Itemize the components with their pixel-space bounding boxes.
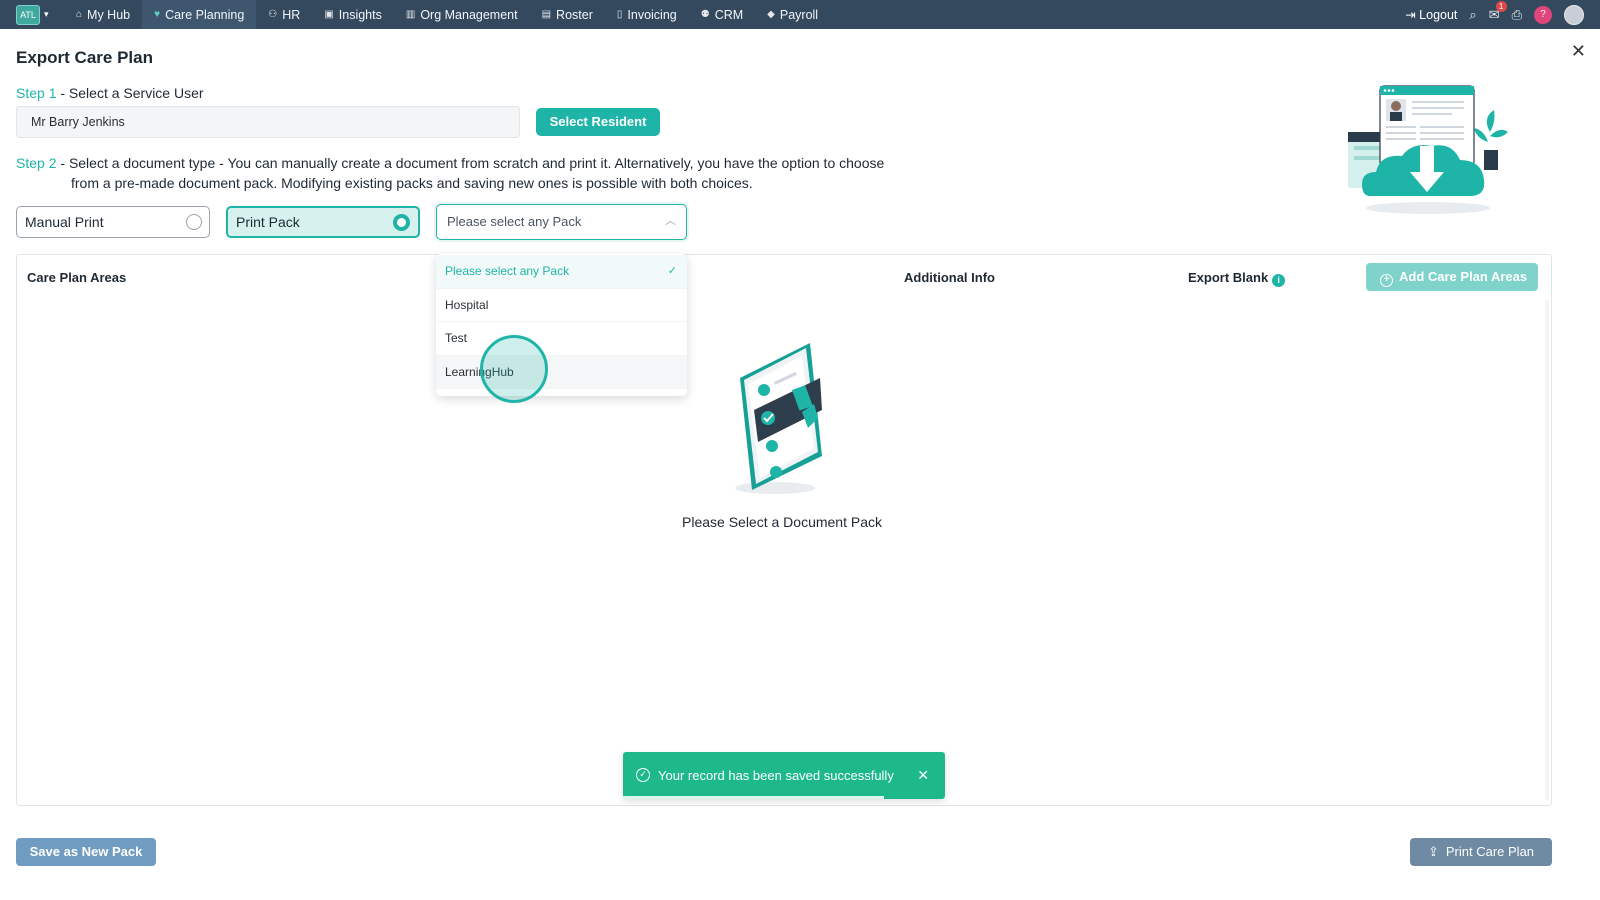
users-icon: ⚇	[268, 9, 278, 20]
nav-item-payroll[interactable]: ◆ Payroll	[755, 0, 830, 29]
top-navbar: ATL ▾ ⌂ My Hub ♥ Care Planning ⚇ HR ▣ Insigh…	[0, 0, 1600, 29]
pack-option-hospital[interactable]: Hospital	[436, 289, 687, 322]
print-pack-label: Print Pack	[236, 214, 300, 230]
nav-item-label: My Hub	[87, 7, 131, 22]
nav-item-label: Payroll	[779, 7, 819, 22]
step-2-text: - You can manually create a document fro…	[215, 155, 885, 171]
nav-item-care-planning[interactable]: ♥ Care Planning	[142, 0, 257, 29]
close-icon[interactable]: ✕	[917, 752, 929, 799]
toast-message: Your record has been saved successfully	[658, 768, 894, 783]
chart-icon: ▣	[324, 9, 334, 20]
nav-item-label: CRM	[714, 7, 744, 22]
nav-item-label: Roster	[556, 7, 593, 22]
success-toast: ✓ Your record has been saved successfull…	[623, 752, 945, 799]
save-as-new-pack-button[interactable]: Save as New Pack	[16, 838, 156, 866]
contacts-icon: ⚉	[700, 9, 710, 20]
care-plan-areas-panel	[16, 254, 1552, 806]
manual-print-option[interactable]: Manual Print	[16, 206, 210, 238]
file-icon: ▯	[616, 9, 623, 20]
print-pack-option[interactable]: Print Pack	[226, 206, 420, 238]
step-2-text-line2: from a pre-made document pack. Modifying…	[71, 175, 753, 191]
search-icon[interactable]: ⌕	[1469, 7, 1476, 23]
column-export-blank-label: Export Blank	[1188, 270, 1269, 285]
print-pack-radio[interactable]	[393, 214, 410, 231]
notification-badge: 1	[1495, 0, 1507, 12]
plus-circle-icon: +	[1380, 274, 1393, 287]
scrollbar[interactable]	[1545, 300, 1549, 800]
help-icon[interactable]: ?	[1534, 5, 1552, 24]
pack-option-test[interactable]: Test	[436, 322, 687, 356]
toast-progress-bar	[623, 796, 884, 799]
step-1-text: - Select a Service User	[56, 85, 204, 101]
add-care-plan-areas-label: Add Care Plan Areas	[1399, 269, 1528, 284]
step-1-label: Step 1	[16, 85, 57, 101]
manual-print-label: Manual Print	[25, 214, 104, 230]
nav-item-insights[interactable]: ▣ Insights	[312, 0, 394, 29]
mail-icon[interactable]: ✉ 1	[1489, 0, 1507, 23]
step-2-heading: Step 2 - Select a document type - You ca…	[16, 153, 916, 193]
pack-option-learninghub[interactable]: LearningHub	[436, 355, 687, 389]
calendar-icon: ▤	[541, 9, 552, 20]
step-2-label: Step 2	[16, 155, 57, 171]
pack-option-label: Hospital	[445, 297, 489, 312]
add-care-plan-areas-button[interactable]: + Add Care Plan Areas	[1366, 263, 1538, 291]
chevron-up-icon: ︿	[665, 215, 676, 227]
check-icon: ✓	[667, 265, 677, 277]
building-icon: ▥	[405, 9, 416, 20]
pack-select[interactable]: Please select any Pack ︿	[436, 204, 687, 240]
nav-actions: ⇥ Logout ⌕ ✉ 1 ⎙ ?	[1405, 0, 1584, 29]
nav-item-label: HR	[282, 7, 301, 22]
pack-select-value: Please select any Pack	[447, 214, 582, 229]
logout-icon: ⇥	[1405, 8, 1416, 22]
service-user-field[interactable]: Mr Barry Jenkins	[16, 106, 520, 138]
heart-icon: ♥	[154, 9, 161, 20]
page-title: Export Care Plan	[16, 48, 153, 67]
nav-item-roster[interactable]: ▤ Roster	[530, 0, 605, 29]
brand-logo: ATL	[16, 4, 40, 25]
upload-icon: ⇪	[1427, 844, 1439, 859]
print-care-plan-label: Print Care Plan	[1445, 844, 1535, 859]
column-additional-info: Additional Info	[904, 270, 995, 285]
nav-item-my-hub[interactable]: ⌂ My Hub	[64, 0, 142, 29]
pack-dropdown-menu: Please select any Pack ✓ Hospital Test Le…	[436, 254, 687, 396]
logout-button[interactable]: ⇥ Logout	[1405, 7, 1457, 22]
nav-item-label: Org Management	[420, 7, 518, 22]
pack-option-label: Please select any Pack	[445, 264, 570, 278]
select-resident-button[interactable]: Select Resident	[536, 108, 660, 136]
printer-icon[interactable]: ⎙	[1512, 7, 1522, 23]
empty-state-text: Please Select a Document Pack	[682, 514, 882, 530]
close-icon[interactable]: ✕	[1571, 41, 1586, 62]
step-2-highlight: Select a document type	[68, 155, 216, 171]
nav-item-org-management[interactable]: ▥ Org Management	[394, 0, 530, 29]
avatar[interactable]	[1564, 4, 1584, 25]
pack-option-placeholder[interactable]: Please select any Pack ✓	[436, 255, 687, 289]
check-circle-icon: ✓	[636, 768, 650, 782]
nav-item-invoicing[interactable]: ▯ Invoicing	[605, 0, 689, 29]
nav-item-label: Care Planning	[165, 7, 245, 22]
nav-item-hr[interactable]: ⚇ HR	[256, 0, 312, 29]
home-icon: ⌂	[76, 9, 83, 20]
print-care-plan-button[interactable]: ⇪ Print Care Plan	[1410, 838, 1552, 866]
tag-icon: ◆	[767, 9, 775, 20]
export-illustration	[1348, 85, 1508, 214]
logout-label: Logout	[1419, 8, 1458, 22]
column-export-blank: Export Blank i	[1188, 270, 1286, 287]
nav-menu: ⌂ My Hub ♥ Care Planning ⚇ HR ▣ Insights ▥ Or…	[64, 0, 830, 29]
nav-item-crm[interactable]: ⚉ CRM	[689, 0, 755, 29]
document-pack-illustration	[735, 343, 822, 494]
chevron-down-icon: ▾	[44, 9, 49, 19]
nav-item-label: Invoicing	[627, 7, 677, 22]
pack-option-label: Test	[445, 331, 468, 345]
nav-item-label: Insights	[338, 7, 382, 22]
step-1-heading: Step 1 - Select a Service User	[16, 85, 204, 101]
click-indicator	[480, 335, 548, 403]
column-care-plan-areas: Care Plan Areas	[27, 270, 127, 285]
info-icon[interactable]: i	[1272, 274, 1286, 287]
manual-print-radio[interactable]	[186, 214, 202, 230]
step-2-sep: -	[56, 155, 69, 171]
org-switcher[interactable]: ATL ▾	[16, 4, 56, 25]
